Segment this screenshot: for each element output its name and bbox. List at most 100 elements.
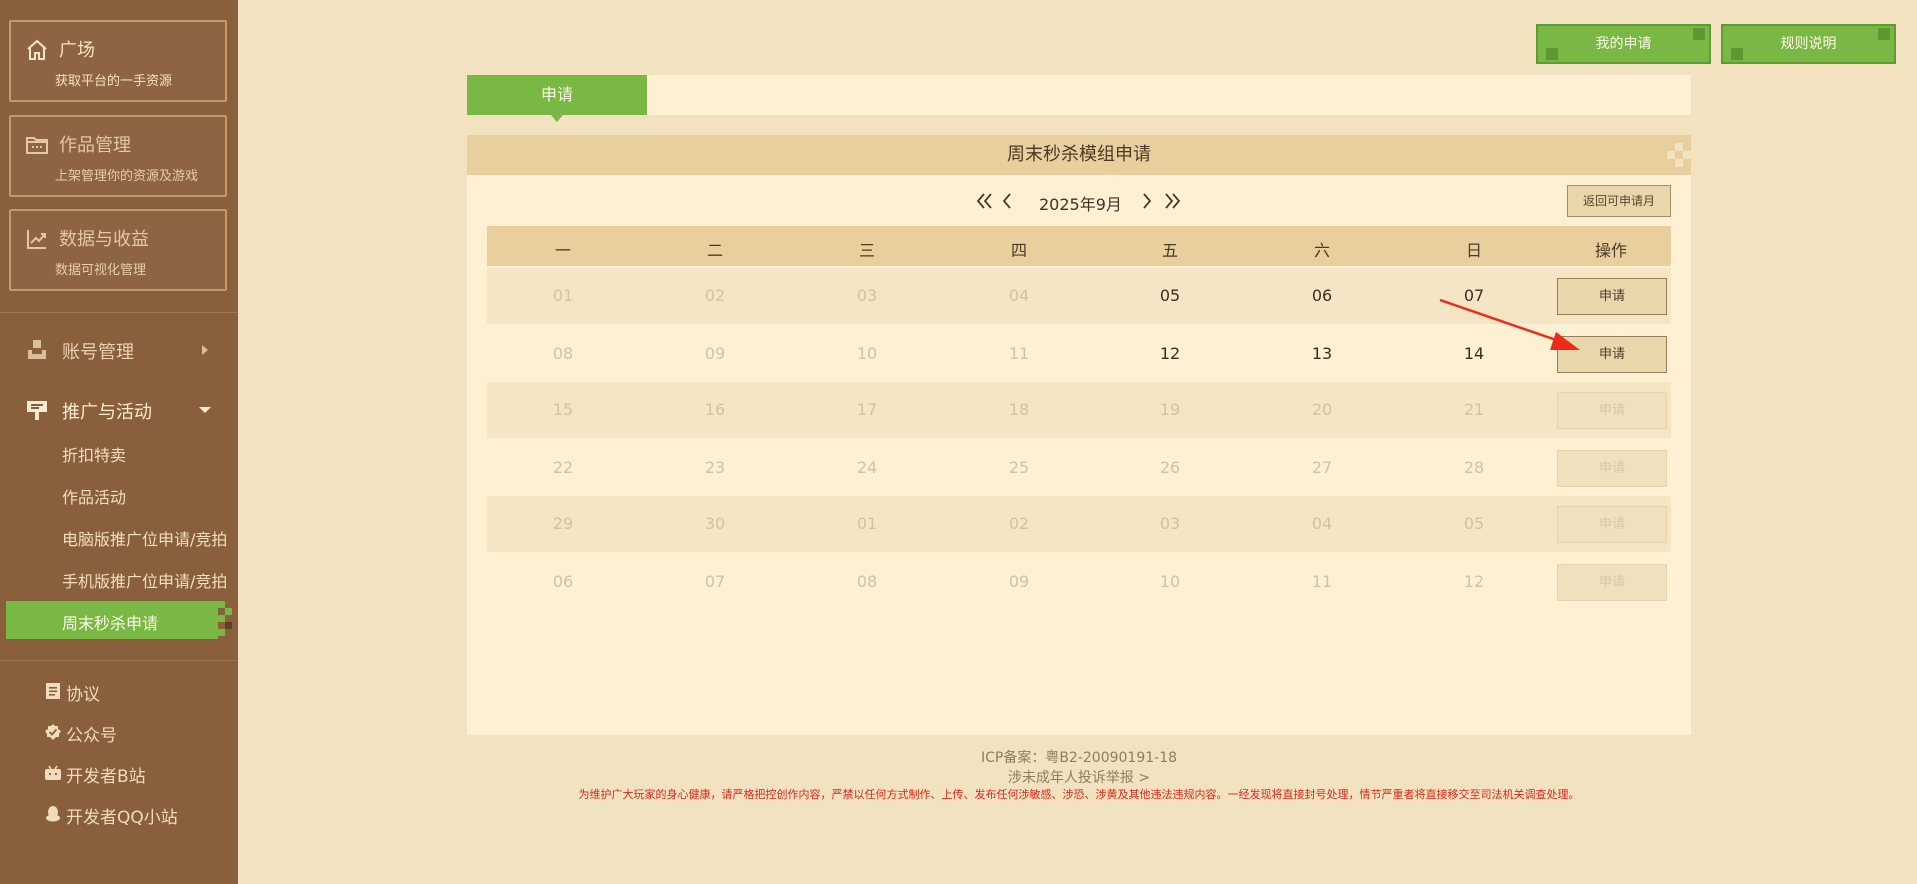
action-header: 操作 — [1594, 241, 1627, 260]
prev-year-icon[interactable] — [975, 190, 995, 212]
sidebar-card-plaza[interactable]: 广场 获取平台的一手资源 — [9, 20, 227, 102]
calendar-day: 24 — [856, 458, 878, 477]
icp-record: ICP备案：粤B2-20090191-18 — [980, 750, 1178, 766]
calendar-day: 06 — [552, 572, 574, 591]
qq-icon — [46, 806, 60, 822]
sidebar-card-title: 数据与收益 — [59, 229, 149, 250]
calendar-day: 23 — [704, 458, 726, 477]
sidebar-card-subtitle: 数据可视化管理 — [55, 263, 147, 278]
promo-icon — [27, 401, 47, 420]
verified-icon — [45, 724, 61, 740]
calendar-day: 20 — [1311, 400, 1333, 419]
calendar-row: 22 23 24 25 26 27 28 申请 — [487, 440, 1671, 496]
calendar-day: 27 — [1311, 458, 1333, 477]
chart-icon — [27, 230, 46, 249]
pixel-decoration — [1693, 28, 1705, 40]
sidebar-divider — [0, 660, 238, 661]
apply-button: 申请 — [1557, 450, 1667, 487]
pixel-decoration — [1878, 28, 1890, 40]
next-month-icon[interactable] — [1140, 190, 1154, 212]
tab-apply[interactable]: 申请 — [467, 75, 647, 115]
calendar-day: 16 — [704, 400, 726, 419]
weekday-header: 日 — [1465, 241, 1482, 260]
my-applications-button[interactable]: 我的申请 — [1536, 24, 1711, 64]
calendar-day: 19 — [1159, 400, 1181, 419]
calendar-day: 21 — [1463, 400, 1485, 419]
minor-complaint-link[interactable]: 涉未成年人投诉举报 > — [0, 767, 1917, 787]
calendar-day: 17 — [856, 400, 878, 419]
weekday-header: 四 — [1010, 241, 1027, 260]
calendar-row: 29 30 01 02 03 04 05 申请 — [487, 496, 1671, 552]
content-warning: 为维护广大玩家的身心健康，请严格把控创作内容，严禁以任何方式制作、上传、发布任何… — [578, 788, 1580, 801]
caret-down-icon — [199, 407, 211, 413]
calendar-day: 12 — [1159, 344, 1181, 363]
rules-button[interactable]: 规则说明 — [1721, 24, 1896, 64]
calendar-day: 10 — [1159, 572, 1181, 591]
panel-header: 周末秒杀模组申请 — [467, 135, 1691, 175]
calendar-day: 02 — [1008, 514, 1030, 533]
sidebar-item-mobile-promo-slot[interactable]: 手机版推广位申请/竞拍 — [6, 559, 232, 597]
tab-bar — [467, 75, 1691, 115]
calendar-day: 04 — [1008, 286, 1030, 305]
calendar-day: 08 — [552, 344, 574, 363]
calendar-day: 02 — [704, 286, 726, 305]
sidebar-divider — [0, 312, 238, 313]
sidebar-item-pc-promo-slot[interactable]: 电脑版推广位申请/竞拍 — [6, 517, 232, 555]
apply-button: 申请 — [1557, 506, 1667, 543]
caret-right-icon — [202, 345, 208, 355]
weekday-header: 一 — [554, 241, 571, 260]
tab-indicator — [551, 115, 563, 122]
page-title: 周末秒杀模组申请 — [1007, 144, 1151, 165]
next-year-icon[interactable] — [1162, 190, 1182, 212]
calendar-day: 29 — [552, 514, 574, 533]
apply-button: 申请 — [1557, 564, 1667, 601]
calendar-day: 11 — [1311, 572, 1333, 591]
sidebar-group-account[interactable]: 账号管理 — [0, 333, 238, 367]
folder-icon — [26, 137, 48, 154]
sidebar-card-subtitle: 获取平台的一手资源 — [55, 74, 173, 89]
button-label: 我的申请 — [1595, 36, 1652, 52]
account-icon — [28, 340, 46, 359]
calendar-day: 01 — [552, 286, 574, 305]
sidebar-item-discount-sale[interactable]: 折扣特卖 — [6, 433, 232, 471]
sidebar-item-weekend-flash-sale[interactable]: 周末秒杀申请 — [6, 601, 232, 639]
weekday-header: 五 — [1161, 241, 1178, 260]
sidebar-item-works-activity[interactable]: 作品活动 — [6, 475, 232, 513]
apply-button: 申请 — [1557, 392, 1667, 429]
calendar-day: 25 — [1008, 458, 1030, 477]
calendar-row: 15 16 17 18 19 20 21 申请 — [487, 382, 1671, 438]
calendar-day: 22 — [552, 458, 574, 477]
sidebar-card-works[interactable]: 作品管理 上架管理你的资源及游戏 — [9, 115, 227, 197]
calendar-day: 12 — [1463, 572, 1485, 591]
sidebar-group-promo[interactable]: 推广与活动 — [0, 393, 238, 427]
document-icon — [46, 683, 60, 699]
calendar-day: 08 — [856, 572, 878, 591]
weekday-header: 二 — [706, 241, 723, 260]
current-month-label: 2025年9月 — [1039, 195, 1122, 214]
pixel-decoration — [218, 601, 232, 639]
weekday-header: 三 — [858, 241, 875, 260]
calendar-day: 15 — [552, 400, 574, 419]
calendar-day: 18 — [1008, 400, 1030, 419]
return-to-available-month-button[interactable]: 返回可申请月 — [1567, 185, 1671, 217]
sidebar-group-label: 推广与活动 — [62, 402, 152, 423]
calendar-day: 30 — [704, 514, 726, 533]
pixel-decoration — [1731, 48, 1743, 60]
calendar-day: 11 — [1008, 344, 1030, 363]
weekday-header: 六 — [1313, 241, 1330, 260]
calendar-day: 09 — [1008, 572, 1030, 591]
calendar-day: 03 — [1159, 514, 1181, 533]
calendar-day: 13 — [1311, 344, 1333, 363]
sidebar-link-label: 公众号 — [66, 726, 117, 746]
prev-month-icon[interactable] — [1000, 190, 1014, 212]
calendar-day: 07 — [704, 572, 726, 591]
sidebar-link-label: 开发者QQ小站 — [66, 808, 178, 828]
sidebar-item-label: 周末秒杀申请 — [62, 614, 159, 633]
home-icon — [27, 39, 47, 60]
sidebar-card-data[interactable]: 数据与收益 数据可视化管理 — [9, 209, 227, 291]
pixel-decoration — [1546, 48, 1558, 60]
sidebar-group-label: 账号管理 — [62, 342, 134, 363]
pixel-decoration — [1659, 135, 1691, 175]
button-label: 规则说明 — [1780, 36, 1837, 52]
calendar-day: 05 — [1463, 514, 1485, 533]
